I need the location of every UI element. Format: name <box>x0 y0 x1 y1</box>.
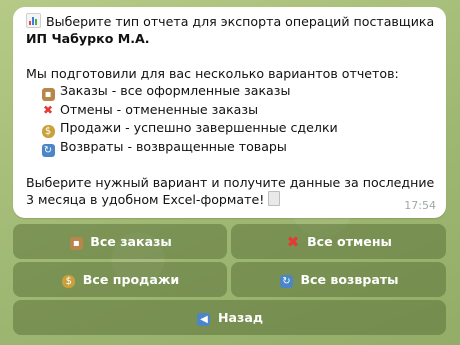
message-title: Выберите тип отчета для экспорта операци… <box>26 13 438 47</box>
package-icon: ▪ <box>40 83 56 101</box>
button-label: Все заказы <box>90 234 172 249</box>
message-time: 17:54 <box>404 198 436 212</box>
option-text: Возвраты - возвращенные товары <box>60 139 287 154</box>
list-item: ▪ Заказы - все оформленные заказы <box>26 82 438 101</box>
option-text: Заказы - все оформленные заказы <box>60 82 291 98</box>
back-button[interactable]: ◀ Назад <box>13 300 446 335</box>
money-bag-icon: $ <box>40 120 56 138</box>
cross-mark-icon: ✖ <box>42 102 54 117</box>
list-item: ↻ Возвраты - возвращенные товары <box>26 138 438 157</box>
all-sales-button[interactable]: $ Все продажи <box>13 262 227 297</box>
money-bag-icon: $ <box>61 271 77 288</box>
message-bubble: Выберите тип отчета для экспорта операци… <box>13 7 446 218</box>
package-icon: ▪ <box>68 233 84 250</box>
bar-chart-icon <box>26 13 41 28</box>
intro-text: Мы подготовили для вас несколько вариант… <box>26 65 399 81</box>
back-arrow-icon: ◀ <box>196 309 212 326</box>
title-text: Выберите тип отчета для экспорта операци… <box>46 14 435 29</box>
list-item: ✖ Отмены - отмененные заказы <box>26 101 438 119</box>
refresh-icon: ↻ <box>278 271 294 288</box>
supplier-name: ИП Чабурко М.А. <box>26 31 150 47</box>
button-label: Все отмены <box>307 234 392 249</box>
button-label: Назад <box>217 310 264 325</box>
all-orders-button[interactable]: ▪ Все заказы <box>13 224 227 259</box>
cross-mark-icon: ✖ <box>286 232 300 251</box>
option-text: Отмены - отмененные заказы <box>60 101 259 117</box>
option-text: Продажи - успешно завершенные сделки <box>60 120 338 135</box>
all-returns-button[interactable]: ↻ Все возвраты <box>231 262 446 297</box>
button-label: Все возвраты <box>300 272 399 287</box>
footer-label: Выберите нужный вариант и получите данны… <box>26 175 435 208</box>
all-cancellations-button[interactable]: ✖ Все отмены <box>231 224 446 259</box>
document-icon <box>268 191 281 207</box>
list-item: $ Продажи - успешно завершенные сделки <box>26 119 438 138</box>
footer-text: Выберите нужный вариант и получите данны… <box>26 174 438 208</box>
button-label: Все продажи <box>82 272 180 287</box>
refresh-icon: ↻ <box>40 139 56 157</box>
